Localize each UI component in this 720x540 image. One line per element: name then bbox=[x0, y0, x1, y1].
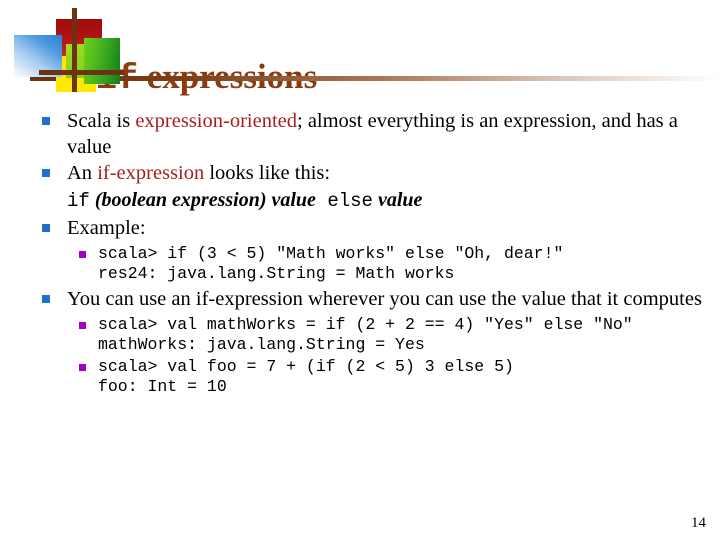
list-item: Scala is expression-oriented; almost eve… bbox=[30, 108, 708, 160]
code-input: scala> val foo = 7 + (if (2 < 5) 3 else … bbox=[98, 357, 708, 377]
logo-horizontal-bar bbox=[39, 70, 124, 75]
bullet-text-prefix: An bbox=[67, 162, 97, 184]
code-list: scala> if (3 < 5) "Math works" else "Oh,… bbox=[67, 244, 708, 284]
square-bullet-icon bbox=[42, 169, 50, 177]
slide-header: if expressions bbox=[0, 0, 720, 100]
list-item: You can use an if-expression wherever yo… bbox=[30, 286, 708, 397]
list-item: scala> if (3 < 5) "Math works" else "Oh,… bbox=[67, 244, 708, 284]
list-item: An if-expression looks like this: if (bo… bbox=[30, 160, 708, 215]
if-syntax-line: if (boolean expression) value else value bbox=[67, 187, 708, 215]
title-divider bbox=[30, 76, 720, 81]
syntax-condition: boolean expression bbox=[101, 189, 259, 211]
bullet-text-use-anywhere: You can use an if-expression wherever yo… bbox=[67, 288, 702, 310]
code-output: foo: Int = 10 bbox=[98, 377, 708, 397]
syntax-keyword-else: else bbox=[327, 190, 373, 212]
syntax-keyword-if: if bbox=[67, 190, 90, 212]
highlight-expression-oriented: expression-oriented bbox=[135, 110, 297, 132]
square-bullet-icon bbox=[42, 295, 50, 303]
bullet-text-prefix: Scala is bbox=[67, 110, 135, 132]
code-output: mathWorks: java.lang.String = Yes bbox=[98, 335, 708, 355]
code-list: scala> val mathWorks = if (2 + 2 == 4) "… bbox=[67, 315, 708, 397]
highlight-if-expression: if-expression bbox=[97, 162, 204, 184]
square-subbullet-icon bbox=[79, 364, 86, 371]
page-number: 14 bbox=[691, 515, 706, 532]
bullet-list: Scala is expression-oriented; almost eve… bbox=[30, 108, 708, 397]
bullet-text-example: Example: bbox=[67, 217, 146, 239]
syntax-open-paren: ( bbox=[90, 189, 102, 211]
logo-vertical-bar bbox=[72, 8, 77, 92]
list-item: scala> val mathWorks = if (2 + 2 == 4) "… bbox=[67, 315, 708, 355]
bullet-text-if-expression: An if-expression looks like this: bbox=[67, 162, 330, 184]
square-subbullet-icon bbox=[79, 251, 86, 258]
list-item: Example: scala> if (3 < 5) "Math works" … bbox=[30, 215, 708, 284]
square-subbullet-icon bbox=[79, 322, 86, 329]
square-bullet-icon bbox=[42, 224, 50, 232]
bullet-text-expression-oriented: Scala is expression-oriented; almost eve… bbox=[67, 110, 678, 158]
code-output: res24: java.lang.String = Math works bbox=[98, 264, 708, 284]
code-input: scala> val mathWorks = if (2 + 2 == 4) "… bbox=[98, 315, 708, 335]
syntax-value-then: value bbox=[272, 189, 316, 211]
syntax-value-else: value bbox=[378, 189, 422, 211]
square-bullet-icon bbox=[42, 117, 50, 125]
slide-body: Scala is expression-oriented; almost eve… bbox=[30, 108, 708, 399]
list-item: scala> val foo = 7 + (if (2 < 5) 3 else … bbox=[67, 357, 708, 397]
bullet-text-suffix: looks like this: bbox=[204, 162, 330, 184]
decorative-logo bbox=[14, 8, 110, 92]
code-input: scala> if (3 < 5) "Math works" else "Oh,… bbox=[98, 244, 708, 264]
logo-green-square bbox=[84, 38, 120, 84]
syntax-close-paren: ) bbox=[260, 189, 267, 211]
